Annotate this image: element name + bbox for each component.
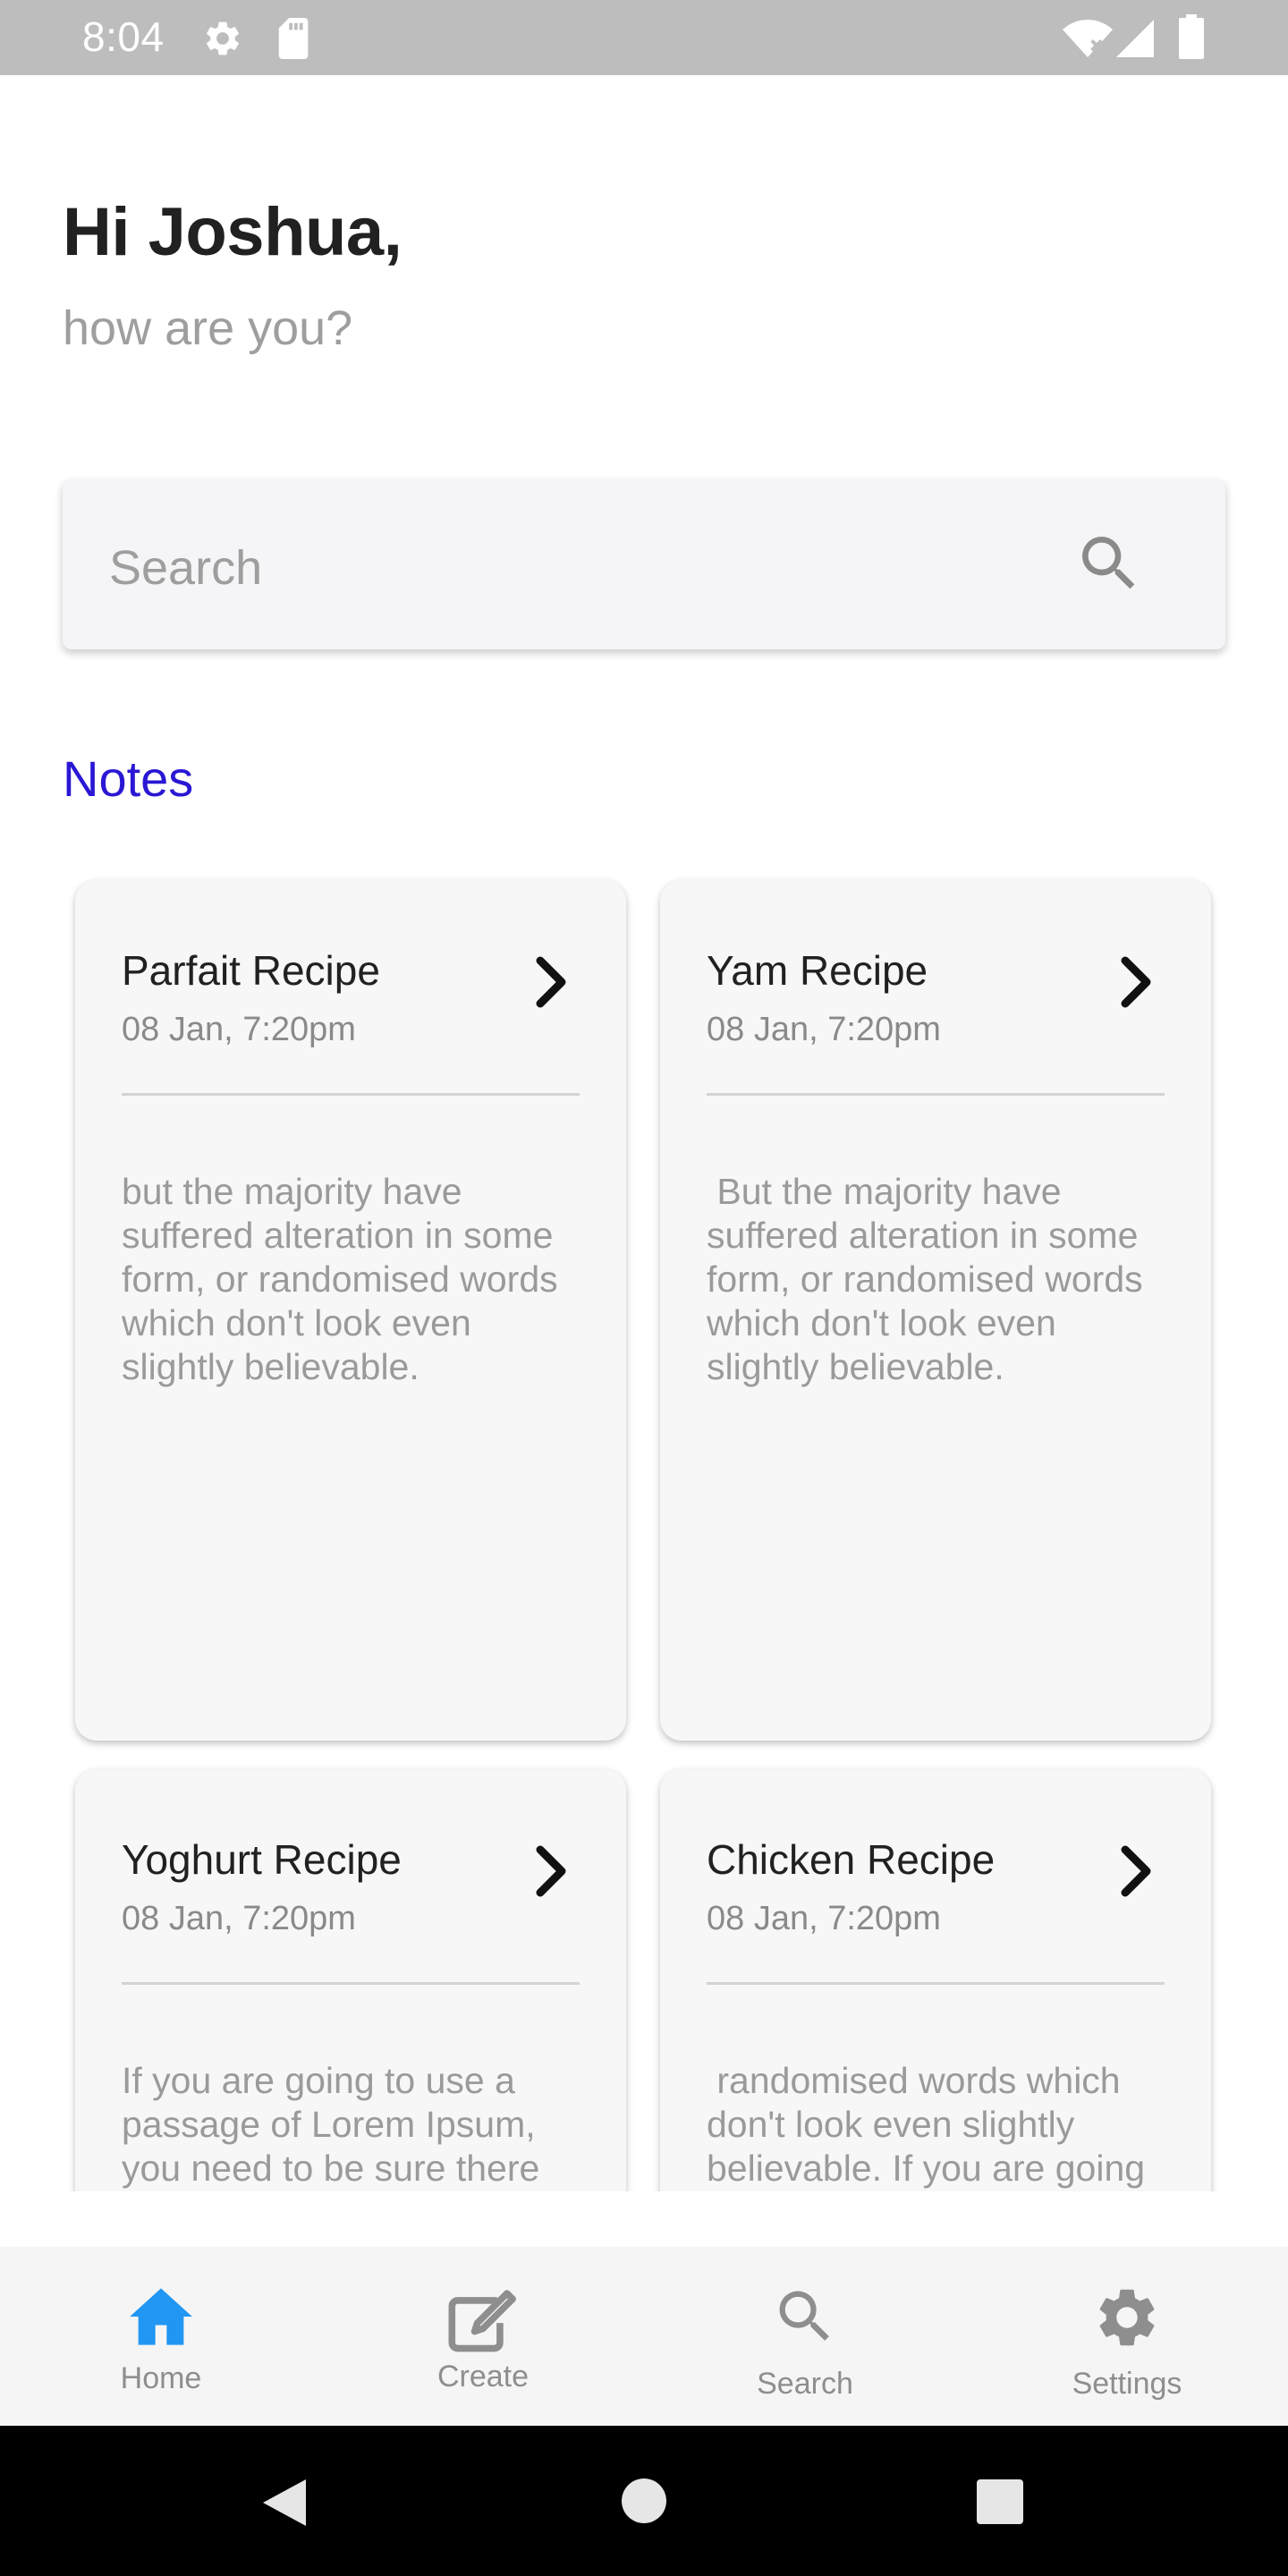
section-title-notes: Notes <box>63 750 194 807</box>
nav-item-settings[interactable]: Settings <box>966 2247 1288 2426</box>
note-date: 08 Jan, 7:20pm <box>122 1011 356 1048</box>
nav-label: Home <box>120 2361 202 2395</box>
chevron-right-icon[interactable] <box>530 1844 576 1902</box>
search-bar[interactable]: Search <box>63 479 1225 649</box>
note-body: But the majority have suffered alteratio… <box>707 1171 1154 1387</box>
greeting-title: Hi Joshua, <box>63 194 402 270</box>
nav-label: Create <box>436 2360 530 2394</box>
notes-grid: Parfait Recipe 08 Jan, 7:20pm but the ma… <box>0 859 1288 2191</box>
note-body: randomised words which don't look even s… <box>707 2060 1146 2189</box>
nav-item-search[interactable]: Search <box>644 2247 966 2426</box>
status-bar: 8:04 <box>0 0 1288 75</box>
chevron-right-icon[interactable] <box>530 955 576 1013</box>
search-icon[interactable] <box>1073 528 1145 604</box>
greeting-subtitle: how are you? <box>63 301 353 355</box>
nav-label: Settings <box>1072 2367 1182 2401</box>
home-button[interactable] <box>621 2478 667 2529</box>
note-card[interactable]: Yoghurt Recipe 08 Jan, 7:20pm If you are… <box>75 1769 626 2191</box>
note-card[interactable]: Chicken Recipe 08 Jan, 7:20pm randomised… <box>660 1769 1211 2191</box>
note-card[interactable]: Yam Recipe 08 Jan, 7:20pm But the majori… <box>660 880 1211 1741</box>
gear-icon <box>1092 2283 1162 2357</box>
note-date: 08 Jan, 7:20pm <box>707 1900 941 1937</box>
battery-icon <box>1179 14 1204 64</box>
bottom-nav: Home Create Search Settings <box>0 2247 1288 2426</box>
sd-card-icon <box>275 18 313 64</box>
search-icon <box>771 2283 839 2355</box>
search-input[interactable]: Search <box>109 540 262 596</box>
home-icon <box>127 2284 195 2353</box>
back-button[interactable] <box>259 2476 309 2534</box>
note-title: Yoghurt Recipe <box>122 1836 402 1883</box>
nav-item-create[interactable]: Create <box>322 2247 644 2426</box>
divider <box>707 1093 1165 1096</box>
note-title: Yam Recipe <box>707 947 928 994</box>
note-date: 08 Jan, 7:20pm <box>707 1011 941 1048</box>
note-card[interactable]: Parfait Recipe 08 Jan, 7:20pm but the ma… <box>75 880 626 1741</box>
divider <box>122 1093 580 1096</box>
status-time: 8:04 <box>82 13 165 60</box>
nav-item-home[interactable]: Home <box>0 2247 322 2426</box>
edit-icon <box>446 2286 520 2359</box>
chevron-right-icon[interactable] <box>1114 1844 1161 1902</box>
note-date: 08 Jan, 7:20pm <box>122 1900 356 1937</box>
divider <box>707 1982 1165 1985</box>
note-title: Parfait Recipe <box>122 947 380 994</box>
divider <box>122 1982 580 1985</box>
chevron-right-icon[interactable] <box>1114 955 1161 1013</box>
nav-label: Search <box>757 2367 853 2401</box>
signal-icon <box>1116 20 1154 62</box>
wifi-icon <box>1063 20 1113 62</box>
system-nav-bar <box>0 2426 1288 2576</box>
note-body: If you are going to use a passage of Lor… <box>122 2060 540 2189</box>
recents-button[interactable] <box>977 2479 1023 2529</box>
note-body: but the majority have suffered alteratio… <box>122 1171 558 1387</box>
settings-icon <box>202 18 243 64</box>
note-title: Chicken Recipe <box>707 1836 996 1883</box>
